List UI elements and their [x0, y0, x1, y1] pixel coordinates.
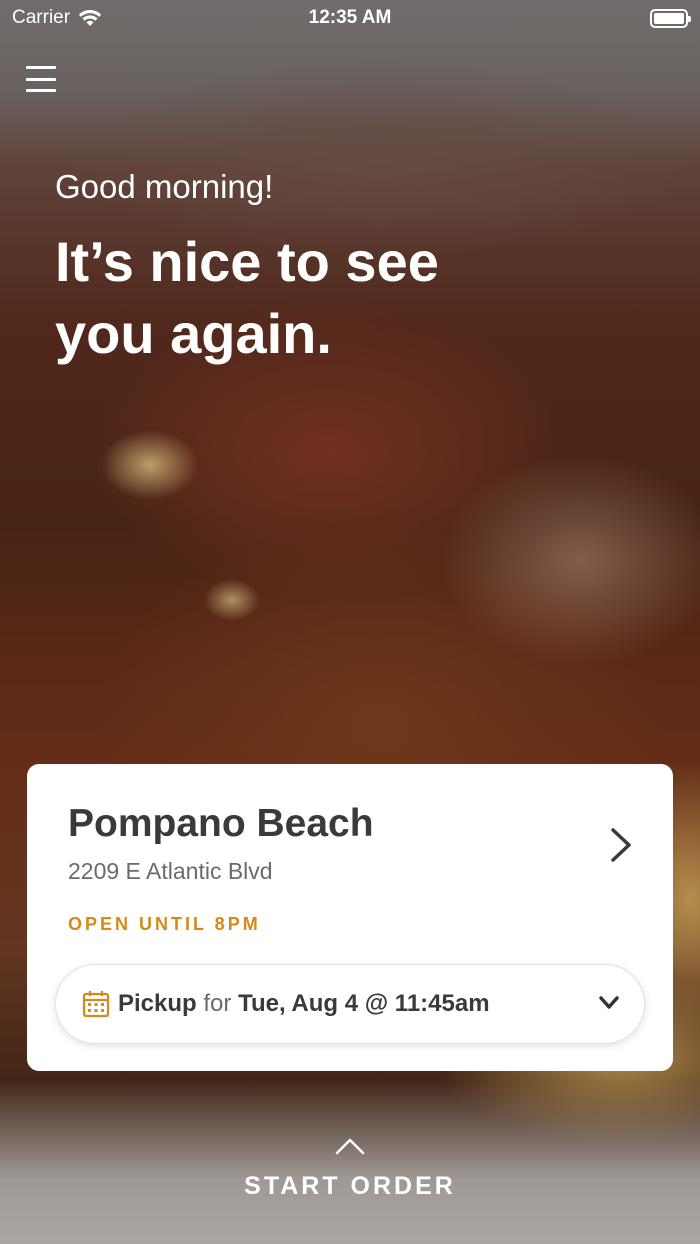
status-bar: Carrier 12:35 AM: [0, 0, 700, 36]
greeting: Good morning! It’s nice to see you again…: [55, 168, 485, 370]
battery-icon: [650, 8, 691, 28]
location-card: Pompano Beach 2209 E Atlantic Blvd OPEN …: [27, 764, 673, 1071]
carrier-label: Carrier: [12, 7, 71, 28]
status-time: 12:35 AM: [308, 7, 392, 28]
greeting-salutation: Good morning!: [55, 168, 274, 205]
pickup-time: Tue, Aug 4 @ 11:45am: [238, 990, 490, 1017]
open-status-label: OPEN UNTIL 8PM: [68, 914, 261, 934]
store-name: Pompano Beach: [68, 802, 374, 845]
wifi-icon: [78, 9, 102, 26]
location-header[interactable]: Pompano Beach 2209 E Atlantic Blvd: [68, 802, 603, 885]
chevron-up-icon: [335, 1138, 365, 1155]
hamburger-menu-icon[interactable]: [26, 66, 56, 92]
start-order-button[interactable]: START ORDER: [0, 1136, 700, 1201]
order-mode: Pickup: [118, 990, 197, 1017]
chevron-right-icon[interactable]: [607, 826, 635, 864]
pickup-text: Pickup for Tue, Aug 4 @ 11:45am: [118, 990, 490, 1018]
greeting-headline: It’s nice to see you again.: [55, 230, 439, 365]
menu-line: [26, 89, 56, 92]
store-address: 2209 E Atlantic Blvd: [68, 858, 273, 884]
chevron-down-icon: [599, 996, 619, 1009]
status-left: Carrier: [12, 7, 102, 29]
calendar-icon: [82, 991, 110, 1018]
menu-line: [26, 66, 56, 69]
menu-line: [26, 77, 56, 81]
pickup-time-selector[interactable]: Pickup for Tue, Aug 4 @ 11:45am: [55, 964, 645, 1044]
battery-level: [654, 12, 684, 24]
start-order-label: START ORDER: [244, 1172, 456, 1200]
pickup-for-label: for: [203, 990, 232, 1017]
